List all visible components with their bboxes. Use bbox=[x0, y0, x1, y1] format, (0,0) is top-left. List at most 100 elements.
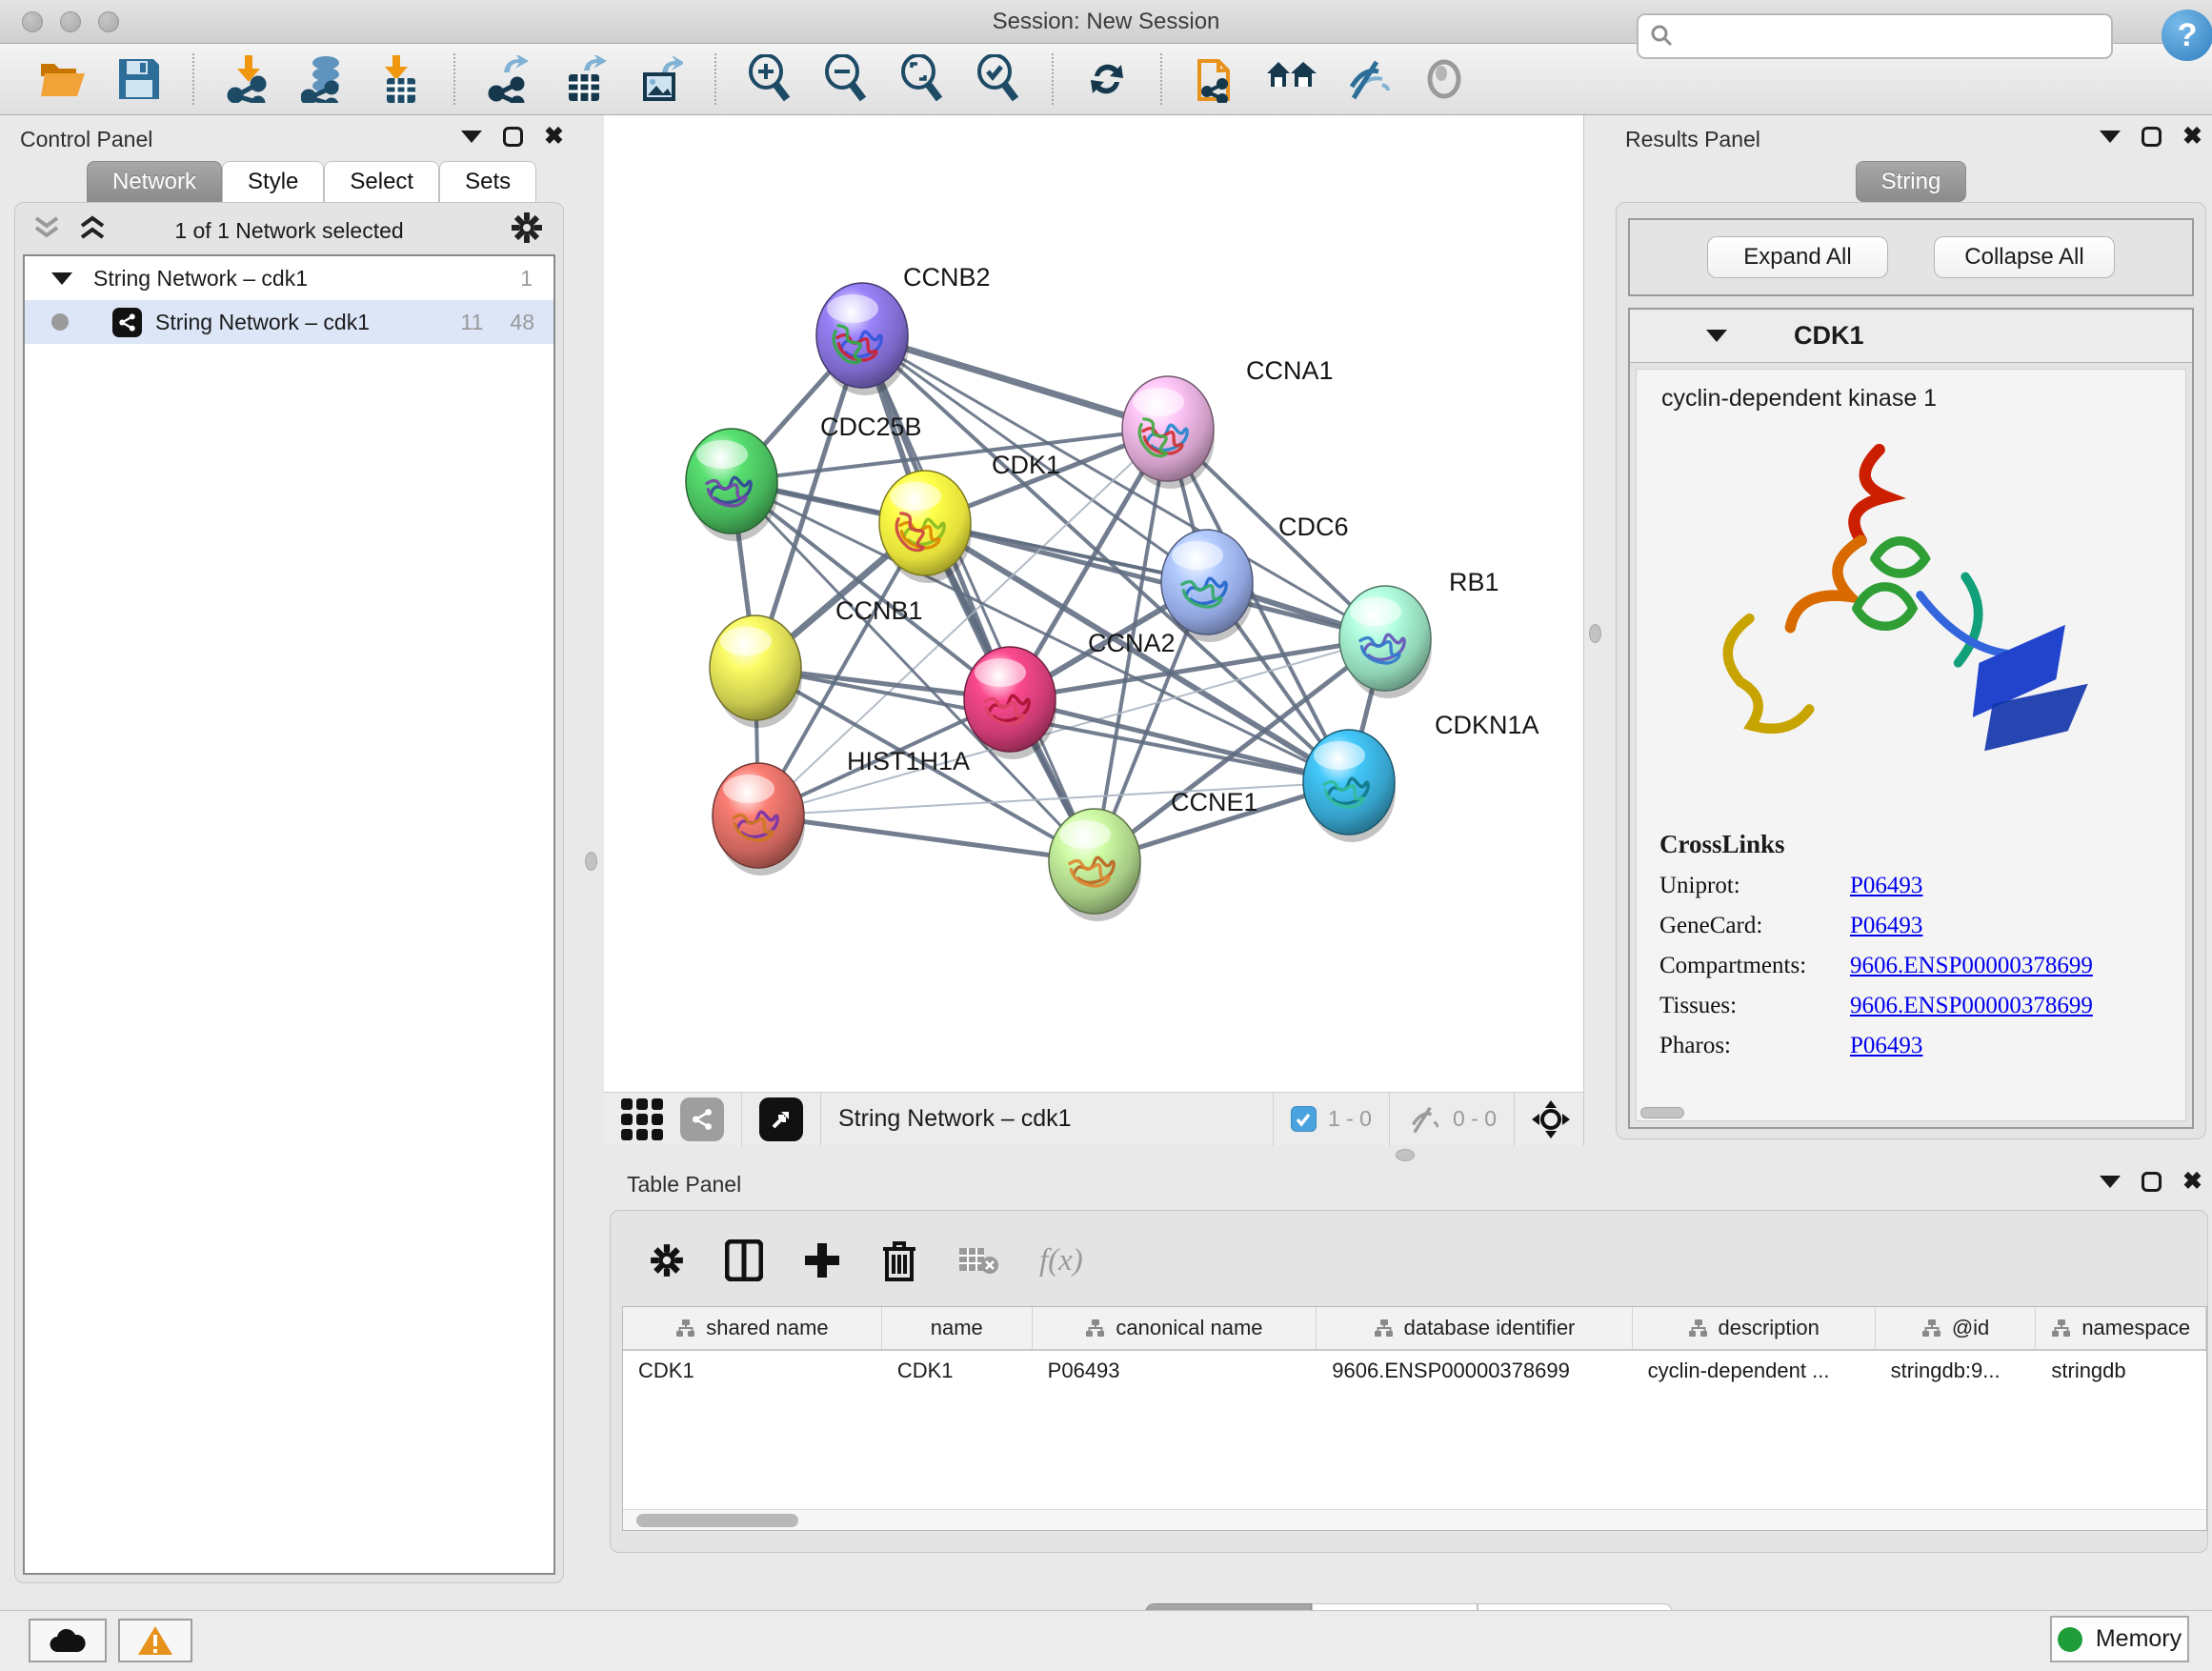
refresh-icon[interactable] bbox=[1082, 54, 1132, 104]
import-network-icon[interactable] bbox=[223, 54, 272, 104]
add-column-icon[interactable] bbox=[803, 1241, 841, 1279]
panel-menu-icon[interactable] bbox=[2100, 131, 2121, 143]
table-row[interactable]: CDK1CDK1P064939606.ENSP00000378699cyclin… bbox=[623, 1351, 2206, 1391]
fit-crosshair-icon[interactable] bbox=[1532, 1100, 1570, 1138]
selected-checkbox-icon[interactable] bbox=[1291, 1106, 1317, 1132]
hide-selected-icon[interactable] bbox=[1343, 54, 1393, 104]
panel-menu-icon[interactable] bbox=[2100, 1176, 2121, 1188]
network-node-HIST1H1A[interactable] bbox=[713, 763, 805, 876]
column-header-database-identifier[interactable]: database identifier bbox=[1317, 1307, 1632, 1349]
table-cell[interactable]: P06493 bbox=[1033, 1359, 1317, 1383]
network-options-gear-icon[interactable] bbox=[510, 211, 544, 245]
tab-sets[interactable]: Sets bbox=[439, 161, 536, 202]
column-type-icon bbox=[1921, 1319, 1942, 1338]
table-cell[interactable]: stringdb:9... bbox=[1876, 1359, 2037, 1383]
network-node-CDC6[interactable] bbox=[1161, 530, 1254, 642]
table-cell[interactable]: cyclin-dependent ... bbox=[1633, 1359, 1876, 1383]
crosslink-link[interactable]: P06493 bbox=[1850, 1033, 1922, 1059]
crosslink-link[interactable]: P06493 bbox=[1850, 913, 1922, 939]
network-node-CCNB2[interactable] bbox=[816, 283, 909, 395]
network-node-CCNE1[interactable] bbox=[1049, 809, 1141, 921]
column-header-canonical-name[interactable]: canonical name bbox=[1033, 1307, 1317, 1349]
network-node-CDK1[interactable] bbox=[879, 471, 972, 583]
tab-network[interactable]: Network bbox=[87, 161, 222, 202]
mini-scrollbar[interactable] bbox=[1640, 1107, 1684, 1118]
result-entry-header[interactable]: CDK1 bbox=[1630, 310, 2192, 363]
show-eye-icon[interactable] bbox=[1419, 54, 1469, 104]
import-table-icon[interactable] bbox=[375, 54, 425, 104]
delete-column-icon[interactable] bbox=[881, 1239, 917, 1281]
grid-view-icon[interactable] bbox=[621, 1098, 663, 1140]
open-in-window-icon[interactable] bbox=[759, 1097, 803, 1141]
help-button[interactable]: ? bbox=[2162, 10, 2212, 61]
node-label-CDC6: CDC6 bbox=[1278, 513, 1349, 541]
tree-expand-icon[interactable] bbox=[51, 272, 72, 285]
table-cell[interactable]: 9606.ENSP00000378699 bbox=[1317, 1359, 1632, 1383]
right-splitter-handle[interactable] bbox=[1589, 624, 1601, 643]
memory-button[interactable]: Memory bbox=[2050, 1616, 2189, 1662]
table-options-gear-icon[interactable] bbox=[649, 1242, 685, 1278]
network-edge-HIST1H1A-CCNE1[interactable] bbox=[758, 815, 1095, 861]
crosslink-link[interactable]: 9606.ENSP00000378699 bbox=[1850, 993, 2093, 1019]
scrollbar-thumb[interactable] bbox=[636, 1514, 798, 1527]
column-header-name[interactable]: name bbox=[882, 1307, 1033, 1349]
column-header-namespace[interactable]: namespace bbox=[2036, 1307, 2206, 1349]
tab-style[interactable]: Style bbox=[222, 161, 324, 202]
panel-close-icon[interactable]: ✖ bbox=[2182, 127, 2202, 147]
horizontal-scrollbar[interactable] bbox=[623, 1509, 2206, 1530]
zoom-in-icon[interactable] bbox=[745, 54, 794, 104]
left-splitter-handle[interactable] bbox=[585, 852, 597, 871]
panel-float-icon[interactable] bbox=[503, 127, 523, 147]
share-document-icon[interactable] bbox=[1191, 54, 1240, 104]
network-node-CCNB1[interactable] bbox=[710, 615, 802, 728]
string-badge-icon[interactable] bbox=[680, 1097, 724, 1141]
zoom-out-icon[interactable] bbox=[821, 54, 871, 104]
collapse-all-button[interactable]: Collapse All bbox=[1934, 236, 2115, 278]
export-table-icon[interactable] bbox=[560, 54, 610, 104]
export-image-icon[interactable] bbox=[636, 54, 686, 104]
column-label: @id bbox=[1952, 1316, 1989, 1340]
column-header--id[interactable]: @id bbox=[1876, 1307, 2037, 1349]
zoom-fit-icon[interactable] bbox=[897, 54, 947, 104]
column-header-description[interactable]: description bbox=[1633, 1307, 1876, 1349]
hidden-eye-icon[interactable] bbox=[1407, 1105, 1441, 1134]
node-table[interactable]: shared name namecanonical namedatabase id… bbox=[622, 1306, 2207, 1531]
open-session-icon[interactable] bbox=[38, 54, 88, 104]
table-cell[interactable]: CDK1 bbox=[623, 1359, 882, 1383]
table-cell[interactable]: stringdb bbox=[2036, 1359, 2206, 1383]
panel-menu-icon[interactable] bbox=[461, 131, 482, 143]
panel-close-icon[interactable]: ✖ bbox=[544, 127, 564, 147]
crosslink-link[interactable]: P06493 bbox=[1850, 873, 1922, 899]
column-label: shared name bbox=[706, 1316, 828, 1340]
warning-button[interactable] bbox=[118, 1619, 192, 1662]
tab-select[interactable]: Select bbox=[324, 161, 439, 202]
save-session-icon[interactable] bbox=[114, 54, 164, 104]
show-columns-icon[interactable] bbox=[725, 1239, 763, 1281]
bottom-splitter-handle[interactable] bbox=[1396, 1149, 1415, 1161]
home-view-icon[interactable] bbox=[1267, 54, 1317, 104]
import-database-icon[interactable] bbox=[299, 54, 349, 104]
network-node-RB1[interactable] bbox=[1339, 586, 1432, 698]
network-canvas[interactable]: CCNB2CCNA1CDC25BCDK1CDC6RB1CCNB1CCNA2CDK… bbox=[604, 115, 1584, 1092]
search-input[interactable] bbox=[1637, 13, 2113, 59]
search-field[interactable] bbox=[1684, 23, 2094, 50]
network-collection-row[interactable]: String Network – cdk1 1 bbox=[25, 256, 553, 300]
crosslink-link[interactable]: 9606.ENSP00000378699 bbox=[1850, 953, 2093, 979]
expand-all-button[interactable]: Expand All bbox=[1707, 236, 1888, 278]
column-header-shared-name[interactable]: shared name bbox=[623, 1307, 882, 1349]
entry-collapse-icon[interactable] bbox=[1706, 330, 1727, 342]
table-cell[interactable]: CDK1 bbox=[882, 1359, 1033, 1383]
panel-close-icon[interactable]: ✖ bbox=[2182, 1172, 2202, 1192]
cloud-button[interactable] bbox=[29, 1619, 107, 1662]
network-node-CDKN1A[interactable] bbox=[1303, 730, 1396, 842]
network-node-CCNA1[interactable] bbox=[1122, 376, 1215, 489]
network-node-CCNA2[interactable] bbox=[964, 647, 1056, 759]
panel-float-icon[interactable] bbox=[2142, 1172, 2162, 1192]
network-node-CDC25B[interactable] bbox=[686, 429, 778, 541]
zoom-selected-icon[interactable] bbox=[974, 54, 1023, 104]
node-label-CCNB2: CCNB2 bbox=[903, 263, 991, 292]
panel-float-icon[interactable] bbox=[2142, 127, 2162, 147]
export-network-icon[interactable] bbox=[484, 54, 533, 104]
network-row-selected[interactable]: String Network – cdk1 11 48 bbox=[25, 300, 553, 344]
tab-string[interactable]: String bbox=[1856, 161, 1967, 202]
